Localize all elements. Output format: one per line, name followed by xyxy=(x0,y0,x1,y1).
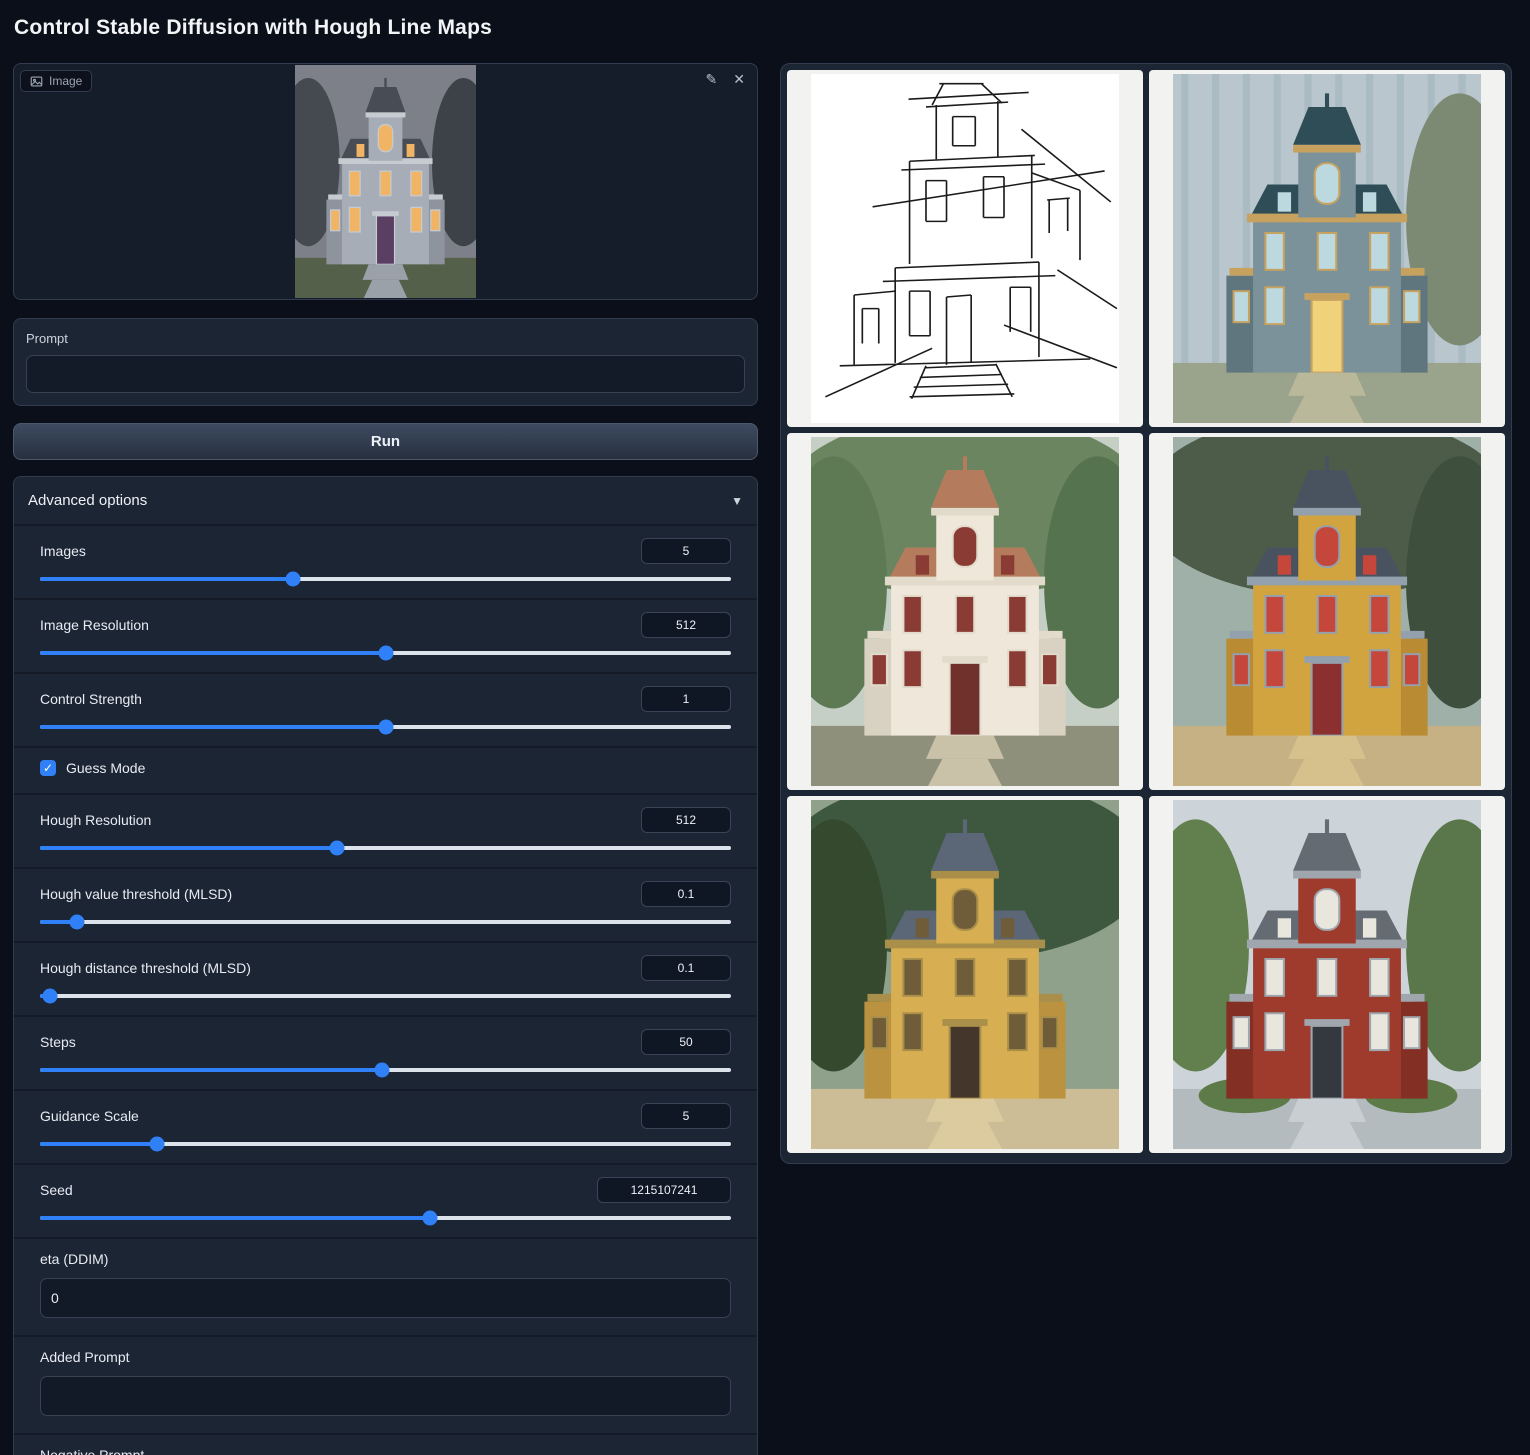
images-slider[interactable] xyxy=(40,577,731,581)
victorian-house-photo xyxy=(295,65,476,298)
guidance-scale-value-input[interactable] xyxy=(641,1103,731,1129)
slider-handle[interactable] xyxy=(330,841,345,856)
painting-blue-victorian xyxy=(1173,74,1481,423)
painting-red-brick-victorian xyxy=(1173,800,1481,1149)
edit-image-button[interactable]: ✎ xyxy=(704,70,720,88)
slider-control-strength: Control Strength xyxy=(14,672,757,746)
slider-handle[interactable] xyxy=(43,989,58,1004)
slider-handle[interactable] xyxy=(375,1063,390,1078)
added-prompt-row: Added Prompt xyxy=(14,1335,757,1433)
painting-white-victorian xyxy=(811,437,1119,786)
slider-hough-distance-threshold: Hough distance threshold (MLSD) xyxy=(14,941,757,1015)
seed-label: Seed xyxy=(40,1182,73,1198)
run-button[interactable]: Run xyxy=(13,423,758,460)
painting-golden-victorian xyxy=(811,800,1119,1149)
slider-image-resolution: Image Resolution xyxy=(14,598,757,672)
collapse-arrow-icon: ▼ xyxy=(731,494,743,508)
hough-resolution-value-input[interactable] xyxy=(641,807,731,833)
gallery-item-golden-victorian[interactable] xyxy=(787,796,1143,1153)
control-strength-slider[interactable] xyxy=(40,725,731,729)
images-value-input[interactable] xyxy=(641,538,731,564)
seed-value-input[interactable] xyxy=(597,1177,731,1203)
control-strength-value-input[interactable] xyxy=(641,686,731,712)
added-prompt-input[interactable] xyxy=(40,1376,731,1416)
steps-label: Steps xyxy=(40,1034,76,1050)
hough-distance-threshold-value-input[interactable] xyxy=(641,955,731,981)
image-label-text: Image xyxy=(49,74,82,88)
eta-row: eta (DDIM) xyxy=(14,1237,757,1335)
advanced-options-title: Advanced options xyxy=(28,492,147,509)
guidance-scale-label: Guidance Scale xyxy=(40,1108,139,1124)
guess-mode-row: ✓ Guess Mode xyxy=(14,746,757,793)
images-label: Images xyxy=(40,543,86,559)
control-strength-label: Control Strength xyxy=(40,691,142,707)
image-icon xyxy=(30,75,43,88)
prompt-input[interactable] xyxy=(26,355,745,393)
slider-handle[interactable] xyxy=(150,1137,165,1152)
prompt-block: Prompt xyxy=(13,318,758,406)
page-title: Control Stable Diffusion with Hough Line… xyxy=(14,16,492,40)
advanced-options-panel: Advanced options ▼ Images Image Resoluti… xyxy=(13,476,758,1455)
eta-label: eta (DDIM) xyxy=(40,1251,731,1267)
hough-value-threshold-value-input[interactable] xyxy=(641,881,731,907)
advanced-options-accordion[interactable]: Advanced options ▼ xyxy=(14,477,757,524)
guidance-scale-slider[interactable] xyxy=(40,1142,731,1146)
slider-handle[interactable] xyxy=(423,1211,438,1226)
gallery-item-hough-line-map[interactable] xyxy=(787,70,1143,427)
image-upload[interactable]: Image ✎ ✕ xyxy=(13,63,758,300)
clear-image-button[interactable]: ✕ xyxy=(731,70,747,88)
steps-slider[interactable] xyxy=(40,1068,731,1072)
gallery-item-red-brick-victorian[interactable] xyxy=(1149,796,1505,1153)
slider-steps: Steps xyxy=(14,1015,757,1089)
slider-guidance-scale: Guidance Scale xyxy=(14,1089,757,1163)
slider-handle[interactable] xyxy=(285,572,300,587)
output-gallery xyxy=(780,63,1512,1164)
guess-mode-checkbox[interactable]: ✓ Guess Mode xyxy=(40,760,731,776)
negative-prompt-label: Negative Prompt xyxy=(40,1447,731,1455)
gallery-item-white-victorian[interactable] xyxy=(787,433,1143,790)
hough-resolution-slider[interactable] xyxy=(40,846,731,850)
hough-resolution-label: Hough Resolution xyxy=(40,812,151,828)
hough-distance-threshold-slider[interactable] xyxy=(40,994,731,998)
prompt-label: Prompt xyxy=(26,331,745,346)
hough-value-threshold-label: Hough value threshold (MLSD) xyxy=(40,886,232,902)
image-resolution-label: Image Resolution xyxy=(40,617,149,633)
hough-line-map xyxy=(811,74,1119,423)
negative-prompt-row: Negative Prompt xyxy=(14,1433,757,1455)
painting-mustard-victorian xyxy=(1173,437,1481,786)
slider-handle[interactable] xyxy=(70,915,85,930)
added-prompt-label: Added Prompt xyxy=(40,1349,731,1365)
checkbox-check-icon: ✓ xyxy=(40,760,56,776)
slider-seed: Seed xyxy=(14,1163,757,1237)
image-label: Image xyxy=(20,70,92,92)
image-resolution-slider[interactable] xyxy=(40,651,731,655)
seed-slider[interactable] xyxy=(40,1216,731,1220)
slider-handle[interactable] xyxy=(378,646,393,661)
steps-value-input[interactable] xyxy=(641,1029,731,1055)
hough-distance-threshold-label: Hough distance threshold (MLSD) xyxy=(40,960,251,976)
slider-hough-resolution: Hough Resolution xyxy=(14,793,757,867)
gallery-item-blue-victorian[interactable] xyxy=(1149,70,1505,427)
gallery-item-mustard-victorian[interactable] xyxy=(1149,433,1505,790)
slider-handle[interactable] xyxy=(378,720,393,735)
guess-mode-label: Guess Mode xyxy=(66,760,145,776)
left-column: Image ✎ ✕ Prompt Run Advanced options ▼ … xyxy=(13,63,758,1455)
slider-images: Images xyxy=(14,524,757,598)
eta-input[interactable] xyxy=(40,1278,731,1318)
hough-value-threshold-slider[interactable] xyxy=(40,920,731,924)
slider-hough-value-threshold: Hough value threshold (MLSD) xyxy=(14,867,757,941)
image-resolution-value-input[interactable] xyxy=(641,612,731,638)
input-image-canvas[interactable] xyxy=(15,65,756,298)
